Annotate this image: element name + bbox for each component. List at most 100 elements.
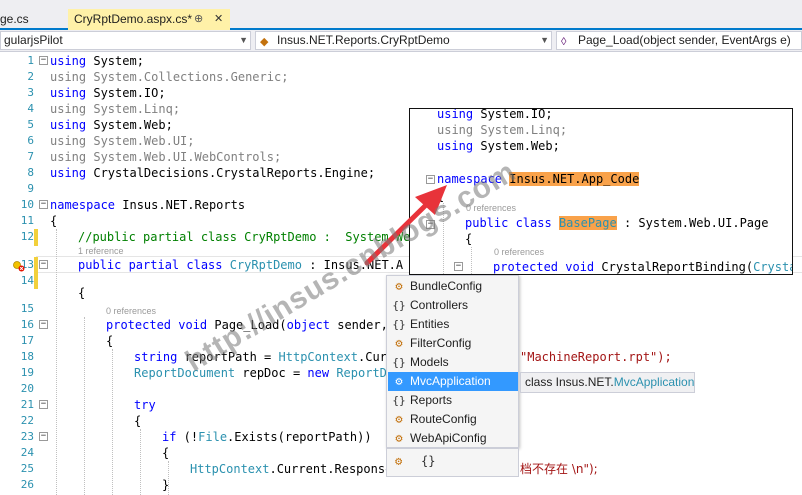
method-icon: ◊ <box>561 36 567 48</box>
line-number: 5 <box>27 118 34 131</box>
class-icon: ◆ <box>260 36 269 48</box>
project-dropdown[interactable]: gularjsPilot ▼ <box>0 31 251 50</box>
indent-guide <box>56 229 57 495</box>
completion-item-mvcapplication[interactable]: ⚙ MvcApplication <box>388 372 518 391</box>
line-number: 20 <box>20 382 34 395</box>
code-line-18[interactable]: string reportPath = HttpContext.Curr <box>134 349 394 365</box>
code-line-7[interactable]: using System.Web.UI.WebControls; <box>50 149 281 165</box>
completion-filter-bar: ⚙ {} <box>386 448 519 477</box>
class-icon: ⚙ <box>395 412 403 426</box>
close-icon[interactable]: ✕ <box>214 9 223 30</box>
collapse-toggle[interactable]: − <box>39 320 48 329</box>
completion-item-webapiconfig[interactable]: ⚙ WebApiConfig <box>388 429 518 448</box>
code-line-22[interactable]: { <box>134 413 141 429</box>
line-number: 15 <box>20 302 34 315</box>
code-line-3[interactable]: using System.IO; <box>50 85 166 101</box>
code-line-10[interactable]: namespace Insus.NET.Reports <box>50 197 245 213</box>
code-line-8[interactable]: using CrystalDecisions.CrystalReports.En… <box>50 165 375 181</box>
code-line-4[interactable]: using System.Linq; <box>50 101 180 117</box>
codelens-references: 0 references <box>494 247 545 257</box>
line-number: 9 <box>27 182 34 195</box>
code-line-21[interactable]: try <box>134 397 156 413</box>
change-marker <box>34 257 38 289</box>
line-number: 26 <box>20 478 34 491</box>
class-dropdown[interactable]: ◆ Insus.NET.Reports.CryRptDemo ▼ <box>255 31 552 50</box>
snippet-using-line: using System.IO; <box>437 108 553 121</box>
navigation-bar: gularjsPilot ▼ ◆ Insus.NET.Reports.CryRp… <box>0 30 802 52</box>
code-line-25[interactable]: HttpContext.Current.Response <box>190 461 392 477</box>
code-line-17[interactable]: { <box>106 333 113 349</box>
line-number: 25 <box>20 462 34 475</box>
code-line-1[interactable]: using System; <box>50 53 144 69</box>
completion-item-filterconfig[interactable]: ⚙ FilterConfig <box>388 334 518 353</box>
line-number: 2 <box>27 70 34 83</box>
class-filter-icon[interactable]: ⚙ <box>395 454 402 468</box>
line-number: 21 <box>20 398 34 411</box>
quickinfo-tooltip: class Insus.NET.MvcApplication <box>520 372 695 393</box>
snippet-class-line: public class BasePage : System.Web.UI.Pa… <box>465 216 769 230</box>
line-number: 24 <box>20 446 34 459</box>
completion-item-bundleconfig[interactable]: ⚙ BundleConfig <box>388 277 518 296</box>
pin-icon[interactable]: ⊕ <box>194 9 203 30</box>
line-number: 1 <box>27 54 34 67</box>
document-tab-strip: ge.cs CryRptDemo.aspx.cs* ⊕ ✕ <box>0 0 802 30</box>
class-dropdown-value: Insus.NET.Reports.CryRptDemo <box>277 33 450 47</box>
code-line-6[interactable]: using System.Web.UI; <box>50 133 195 149</box>
code-line-2[interactable]: using System.Collections.Generic; <box>50 69 288 85</box>
collapse-toggle[interactable]: − <box>39 432 48 441</box>
code-line-26[interactable]: } <box>162 477 169 493</box>
line-number: 6 <box>27 134 34 147</box>
namespace-icon: {} <box>392 394 406 407</box>
completion-item-entities[interactable]: {} Entities <box>388 315 518 334</box>
snippet-brace: { <box>465 232 473 246</box>
intellisense-completion-list[interactable]: ⚙ BundleConfig {} Controllers {} Entities ⚙… <box>386 275 519 448</box>
collapse-toggle[interactable]: − <box>39 200 48 209</box>
completion-item-controllers[interactable]: {} Controllers <box>388 296 518 315</box>
line-number: 23 <box>20 430 34 443</box>
collapse-toggle[interactable]: − <box>39 260 48 269</box>
line-number-gutter: 1 2 3 4 5 6 7 8 9 10 11 12 13 14 15 16 1… <box>0 53 34 495</box>
line-number: 3 <box>27 86 34 99</box>
class-name-highlight: BasePage <box>558 216 617 230</box>
line-number: 18 <box>20 350 34 363</box>
error-icon[interactable] <box>13 261 25 272</box>
code-line-24[interactable]: { <box>162 445 169 461</box>
line-number: 19 <box>20 366 34 379</box>
collapse-toggle[interactable]: − <box>39 400 48 409</box>
code-line-25-tail[interactable]: 档不存在 \n"); <box>520 461 598 477</box>
code-line-23[interactable]: if (!File.Exists(reportPath)) <box>162 429 372 445</box>
namespace-highlight: Insus.NET.App_Code <box>509 172 640 186</box>
line-number: 11 <box>20 214 34 227</box>
member-dropdown[interactable]: ◊ Page_Load(object sender, EventArgs e) <box>556 31 802 50</box>
chevron-down-icon: ▼ <box>540 35 549 45</box>
line-number: 8 <box>27 166 34 179</box>
namespace-icon: {} <box>392 356 406 369</box>
line-number: 12 <box>20 230 34 243</box>
change-marker <box>34 229 38 246</box>
namespace-filter-icon[interactable]: {} <box>421 454 435 468</box>
line-number: 14 <box>20 274 34 287</box>
tab-label: ge.cs <box>0 12 29 26</box>
line-number: 16 <box>20 318 34 331</box>
collapse-toggle: − <box>454 261 463 271</box>
indent-guide <box>471 247 472 274</box>
class-icon: ⚙ <box>395 431 403 445</box>
snippet-using-line: using System.Linq; <box>437 123 568 137</box>
code-line-18-tail[interactable]: "MachineReport.rpt"); <box>520 349 672 365</box>
completion-item-models[interactable]: {} Models <box>388 353 518 372</box>
code-line-15[interactable]: { <box>78 285 85 301</box>
collapse-toggle[interactable]: − <box>39 56 48 65</box>
code-line-19[interactable]: ReportDocument repDoc = new ReportDo <box>134 365 394 381</box>
line-number: 17 <box>20 334 34 347</box>
indent-guide <box>84 317 85 495</box>
code-line-11[interactable]: { <box>50 213 57 229</box>
tab-cryrptdemo-aspx-cs[interactable]: CryRptDemo.aspx.cs* ⊕ ✕ <box>68 9 230 30</box>
completion-item-reports[interactable]: {} Reports <box>388 391 518 410</box>
tab-ge-cs[interactable]: ge.cs <box>0 9 58 30</box>
snippet-method-line: protected void CrystalReportBinding(Crys… <box>493 260 793 274</box>
completion-item-routeconfig[interactable]: ⚙ RouteConfig <box>388 410 518 429</box>
class-icon: ⚙ <box>395 336 403 350</box>
tab-label: CryRptDemo.aspx.cs* <box>74 12 193 26</box>
code-line-5[interactable]: using System.Web; <box>50 117 173 133</box>
line-number: 22 <box>20 414 34 427</box>
